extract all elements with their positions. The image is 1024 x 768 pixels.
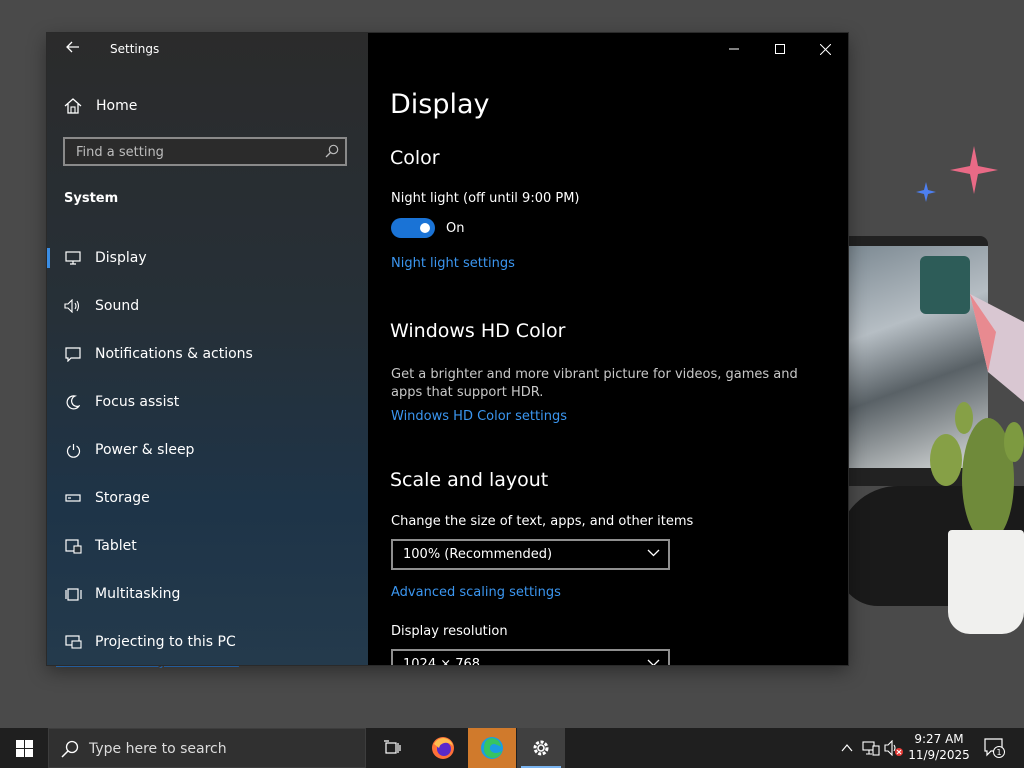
settings-taskbar-button[interactable]: [517, 728, 565, 768]
scale-layout-heading: Scale and layout: [390, 469, 549, 491]
power-icon: [66, 443, 80, 458]
display-settings-pane: Display Color Night light (off until 9:0…: [368, 33, 848, 665]
sidebar-item-label: Power & sleep: [95, 442, 195, 458]
resolution-label: Display resolution: [391, 624, 508, 639]
resolution-value: 1024 × 768: [403, 657, 481, 665]
sidebar-item-power-sleep[interactable]: Power & sleep: [47, 430, 368, 470]
resolution-dropdown[interactable]: 1024 × 768: [391, 649, 670, 665]
scale-value: 100% (Recommended): [403, 547, 553, 562]
find-setting-input[interactable]: [74, 139, 318, 166]
clock-date: 11/9/2025: [908, 748, 970, 762]
wallpaper-cone: [970, 294, 1024, 402]
sidebar-item-label: Projecting to this PC: [95, 634, 236, 650]
sidebar-item-sound[interactable]: Sound: [47, 286, 368, 326]
back-button[interactable]: [63, 39, 83, 59]
night-light-state: On: [446, 221, 465, 236]
firefox-button[interactable]: [419, 728, 467, 768]
hd-color-heading: Windows HD Color: [390, 320, 566, 342]
network-tray-button[interactable]: [860, 728, 882, 768]
sidebar-item-label: Tablet: [95, 538, 137, 554]
sidebar-item-multitasking[interactable]: Multitasking: [47, 574, 368, 614]
sidebar-item-focus-assist[interactable]: Focus assist: [47, 382, 368, 422]
task-view-icon: [384, 740, 401, 754]
sparkle-icon: [950, 146, 998, 194]
chevron-down-icon: [647, 549, 660, 557]
wallpaper-plant-pot: [948, 530, 1024, 634]
moon-icon: [66, 394, 80, 409]
taskbar-search-box[interactable]: Type here to search: [48, 728, 366, 768]
maximize-button[interactable]: [757, 33, 803, 65]
storage-icon: [65, 494, 81, 502]
search-icon: [325, 144, 339, 158]
show-hidden-icons-button[interactable]: [836, 728, 858, 768]
sparkle-icon: [916, 182, 936, 202]
chevron-up-icon: [841, 744, 853, 752]
find-setting-search[interactable]: [63, 137, 347, 166]
sidebar: Settings Home System Display Sound: [47, 33, 368, 665]
sidebar-item-label: Notifications & actions: [95, 346, 253, 362]
firefox-icon: [432, 737, 454, 759]
edge-icon: [481, 737, 503, 759]
action-center-button[interactable]: 1: [980, 728, 1010, 768]
hd-color-settings-link[interactable]: Windows HD Color settings: [391, 409, 567, 424]
night-light-settings-link[interactable]: Night light settings: [391, 256, 515, 271]
section-title: System: [64, 191, 119, 206]
minimize-button[interactable]: [711, 33, 757, 65]
home-icon: [64, 98, 82, 114]
chevron-down-icon: [647, 659, 660, 665]
tablet-icon: [64, 538, 82, 554]
sidebar-item-storage[interactable]: Storage: [47, 478, 368, 518]
maximize-icon: [775, 44, 785, 54]
notification-icon: [65, 346, 81, 362]
network-icon: [862, 740, 880, 756]
settings-gear-icon: [533, 740, 549, 756]
settings-window: Settings Home System Display Sound: [47, 33, 848, 665]
close-button[interactable]: [802, 33, 848, 65]
home-label: Home: [96, 98, 138, 114]
volume-muted-icon: [884, 740, 903, 756]
speaker-icon: [64, 299, 80, 313]
scale-label: Change the size of text, apps, and other…: [391, 514, 694, 529]
scale-dropdown[interactable]: 100% (Recommended): [391, 539, 670, 570]
window-title: Settings: [110, 42, 160, 56]
sidebar-item-display[interactable]: Display: [47, 238, 368, 278]
task-view-button[interactable]: [368, 728, 416, 768]
sidebar-item-label: Multitasking: [95, 586, 181, 602]
sidebar-item-label: Storage: [95, 490, 150, 506]
taskbar: Type here to search 9:27 AM 11/9/2025 1: [0, 728, 1024, 768]
minimize-icon: [729, 48, 739, 50]
page-title: Display: [390, 89, 490, 120]
wallpaper-mug: [920, 256, 970, 314]
search-icon: [61, 740, 79, 758]
windows-logo-icon: [15, 739, 33, 757]
projecting-icon: [64, 635, 82, 649]
night-light-toggle[interactable]: [391, 218, 435, 238]
color-heading: Color: [390, 147, 440, 169]
taskbar-clock[interactable]: 9:27 AM 11/9/2025: [904, 731, 974, 763]
monitor-icon: [65, 251, 81, 265]
sidebar-item-tablet[interactable]: Tablet: [47, 526, 368, 566]
notification-icon: 1: [984, 738, 1005, 758]
sidebar-item-label: Display: [95, 250, 147, 266]
start-button[interactable]: [0, 728, 48, 768]
advanced-scaling-link[interactable]: Advanced scaling settings: [391, 585, 561, 600]
taskbar-search-placeholder: Type here to search: [89, 741, 227, 757]
close-icon: [819, 43, 831, 55]
sidebar-home[interactable]: Home: [63, 95, 137, 117]
edge-button[interactable]: [468, 728, 516, 768]
clock-time: 9:27 AM: [914, 732, 964, 746]
multitasking-icon: [64, 587, 82, 601]
night-light-label: Night light (off until 9:00 PM): [391, 191, 580, 206]
sidebar-item-notifications[interactable]: Notifications & actions: [47, 334, 368, 374]
notification-count: 1: [996, 748, 1001, 757]
sidebar-item-projecting[interactable]: Projecting to this PC: [47, 622, 368, 662]
volume-tray-button[interactable]: [882, 728, 906, 768]
wallpaper-cactus: [930, 402, 1024, 542]
sidebar-item-label: Sound: [95, 298, 140, 314]
back-arrow-icon: [66, 41, 79, 53]
hd-color-description: Get a brighter and more vibrant picture …: [391, 367, 798, 400]
sidebar-item-label: Focus assist: [95, 394, 180, 410]
